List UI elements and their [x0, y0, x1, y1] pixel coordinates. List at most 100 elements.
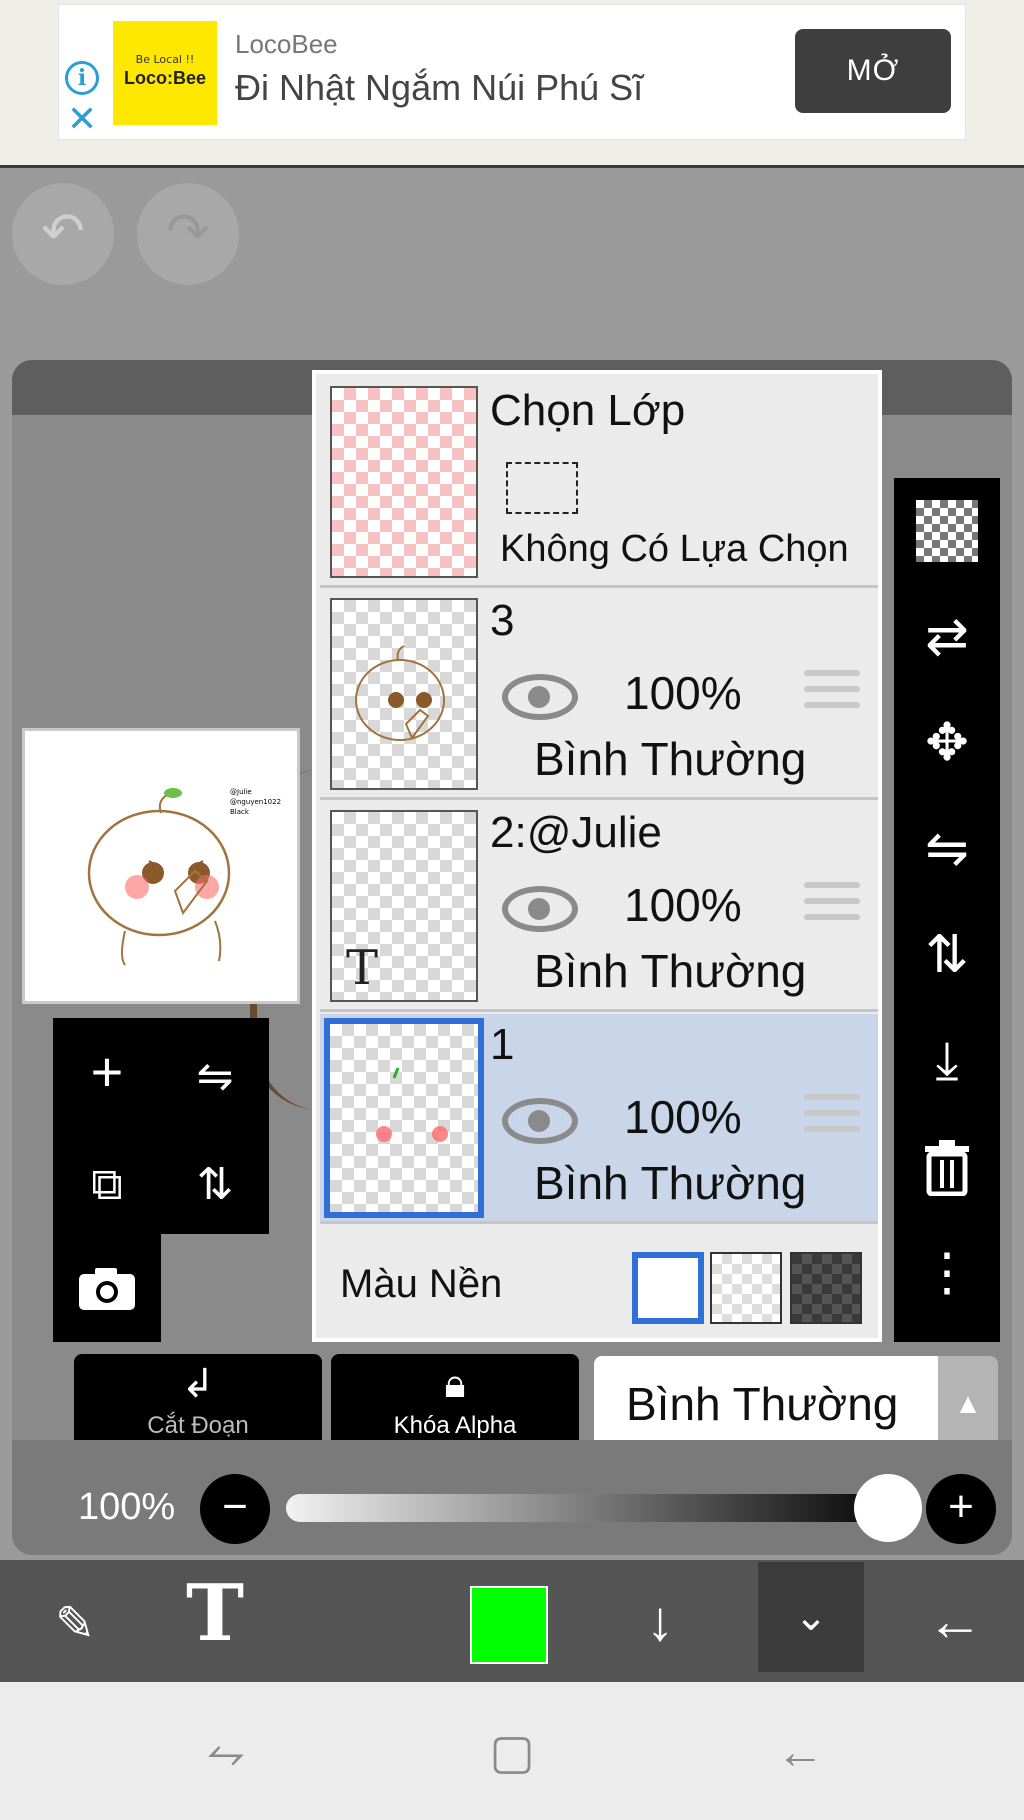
chevron-double-down-icon: ⌄: [794, 1595, 828, 1639]
layers-toggle-button[interactable]: ⌄: [758, 1562, 864, 1672]
layer-row[interactable]: 3 100% Bình Thường: [320, 590, 878, 800]
eye-icon[interactable]: [502, 886, 578, 932]
flip-horizontal-icon: ⇋: [925, 820, 969, 878]
layer-thumbnail-drawing: [355, 645, 445, 741]
flip-horizontal-tool-button[interactable]: ⇋: [894, 796, 1000, 902]
layer-name: 1: [490, 1020, 515, 1069]
layer-thumbnail-drawing: [376, 1067, 448, 1142]
checkerboard-icon: [916, 500, 978, 562]
triangle-up-icon: ▲: [954, 1388, 982, 1419]
opacity-increase-button[interactable]: +: [926, 1474, 996, 1544]
lock-icon: 🔒︎: [444, 1362, 466, 1406]
transparency-button[interactable]: [894, 478, 1000, 584]
undo-icon: ↶: [41, 203, 85, 261]
ad-card[interactable]: i ✕ Be Local !! Loco:Bee LocoBee Đi Nhật…: [58, 4, 966, 140]
selection-layer[interactable]: Chọn Lớp Không Có Lựa Chọn: [320, 378, 878, 588]
canvas-preview[interactable]: @Julie @nguyen1022 Black: [22, 728, 300, 1004]
layer-blend-mode: Bình Thường: [534, 733, 807, 785]
opacity-value: 100%: [78, 1486, 176, 1528]
layer-blend-mode: Bình Thường: [534, 945, 807, 997]
right-tool-panel: ⇄ ✥ ⇋ ⇅ ⤓ ⋮: [894, 478, 1000, 1342]
left-tool-panel: + ⇋ ⧉ ⇅: [53, 1018, 269, 1234]
recent-apps-icon[interactable]: ⥊: [186, 1718, 266, 1788]
flip-vertical-tool-button[interactable]: ⇅: [894, 902, 1000, 1008]
arrow-left-icon: ←: [927, 1589, 983, 1652]
back-button[interactable]: ←: [900, 1560, 1010, 1682]
flip-vertical-button[interactable]: ⇅: [161, 1126, 269, 1234]
duplicate-icon: ⧉: [91, 1160, 123, 1209]
layer-name: 3: [490, 596, 515, 645]
duplicate-layer-button[interactable]: ⧉: [53, 1126, 161, 1234]
selection-layer-title: Chọn Lớp: [490, 386, 686, 435]
flip-horizontal-button[interactable]: ⇋: [161, 1018, 269, 1126]
eye-icon[interactable]: [502, 1098, 578, 1144]
layer-thumbnail: [324, 1018, 484, 1218]
eye-icon[interactable]: [502, 674, 578, 720]
background-white-swatch[interactable]: [632, 1252, 704, 1324]
merge-down-button[interactable]: ⤓: [894, 1008, 1000, 1114]
drag-handle-icon[interactable]: [804, 882, 860, 930]
camera-icon: [79, 1268, 135, 1310]
layer-row[interactable]: T 2:@Julie 100% Bình Thường: [320, 802, 878, 1012]
flip-horizontal-icon: ⇋: [196, 1052, 234, 1101]
arrow-down-icon: ↓: [646, 1589, 674, 1652]
background-color-row: Màu Nền: [320, 1232, 878, 1338]
opacity-slider-handle[interactable]: [854, 1474, 922, 1542]
camera-button[interactable]: [53, 1234, 161, 1342]
preview-drawing: [87, 788, 231, 966]
move-button[interactable]: ✥: [894, 690, 1000, 796]
info-icon[interactable]: i: [65, 61, 99, 95]
close-icon[interactable]: ✕: [67, 101, 97, 139]
more-vertical-icon: ⋮: [921, 1244, 973, 1302]
clipping-button[interactable]: ↲ Cắt Đoạn: [74, 1354, 322, 1454]
flip-vertical-icon: ⇅: [196, 1160, 234, 1209]
clipping-icon: ↲: [181, 1362, 215, 1406]
text-tool-button[interactable]: T: [160, 1560, 270, 1682]
drag-handle-icon[interactable]: [804, 1094, 860, 1142]
ad-title[interactable]: Đi Nhật Ngắm Núi Phú Sĩ: [235, 67, 643, 109]
blend-mode-dropdown-button[interactable]: ▲: [938, 1356, 998, 1452]
background-transparent-swatch[interactable]: [710, 1252, 782, 1324]
layer-opacity: 100%: [624, 667, 742, 719]
selection-layer-thumbnail: [330, 386, 478, 578]
swap-icon: ⇄: [925, 608, 969, 666]
alpha-lock-label: Khóa Alpha: [393, 1412, 517, 1439]
redo-icon: ↷: [166, 203, 210, 261]
selection-status: Không Có Lựa Chọn: [500, 528, 849, 570]
camera-panel: [53, 1234, 161, 1342]
flip-vertical-icon: ⇅: [925, 926, 969, 984]
ad-logo: Be Local !! Loco:Bee: [113, 21, 217, 125]
home-icon[interactable]: ▢: [472, 1718, 552, 1788]
opacity-decrease-button[interactable]: −: [200, 1474, 270, 1544]
layer-thumbnail: [330, 598, 478, 790]
background-dark-swatch[interactable]: [790, 1252, 862, 1324]
brush-eraser-toggle[interactable]: ✎: [20, 1560, 130, 1682]
move-down-button[interactable]: ↓: [610, 1560, 710, 1682]
ad-logo-small: Be Local !!: [135, 53, 195, 66]
add-layer-button[interactable]: +: [53, 1018, 161, 1126]
brush-eraser-icon: ✎: [54, 1598, 96, 1651]
layer-row-selected[interactable]: 1 100% Bình Thường: [320, 1014, 878, 1224]
layer-thumbnail: T: [330, 810, 478, 1002]
ad-open-button[interactable]: MỞ: [795, 29, 951, 113]
nav-back-icon[interactable]: ←: [760, 1718, 840, 1788]
layer-opacity: 100%: [624, 879, 742, 931]
ad-banner: i ✕ Be Local !! Loco:Bee LocoBee Đi Nhật…: [0, 0, 1024, 168]
redo-button[interactable]: ↷: [137, 183, 239, 285]
ad-brand: LocoBee: [235, 29, 338, 59]
blend-mode-select[interactable]: Bình Thường: [594, 1356, 938, 1452]
drag-handle-icon[interactable]: [804, 670, 860, 718]
undo-button[interactable]: ↶: [12, 183, 114, 285]
opacity-slider-track[interactable]: [286, 1494, 886, 1522]
layer-opacity: 100%: [624, 1091, 742, 1143]
swap-button[interactable]: ⇄: [894, 584, 1000, 690]
ad-logo-big: Loco:Bee: [123, 68, 206, 88]
text-icon: T: [185, 1568, 245, 1659]
text-layer-icon: T: [346, 940, 379, 996]
delete-layer-button[interactable]: [894, 1114, 1000, 1220]
preview-watermark: @Julie @nguyen1022 Black: [230, 788, 282, 816]
plus-icon: +: [90, 1040, 124, 1103]
more-options-button[interactable]: ⋮: [894, 1220, 1000, 1326]
alpha-lock-button[interactable]: 🔒︎ Khóa Alpha: [331, 1354, 579, 1454]
current-color-swatch[interactable]: [470, 1586, 548, 1664]
